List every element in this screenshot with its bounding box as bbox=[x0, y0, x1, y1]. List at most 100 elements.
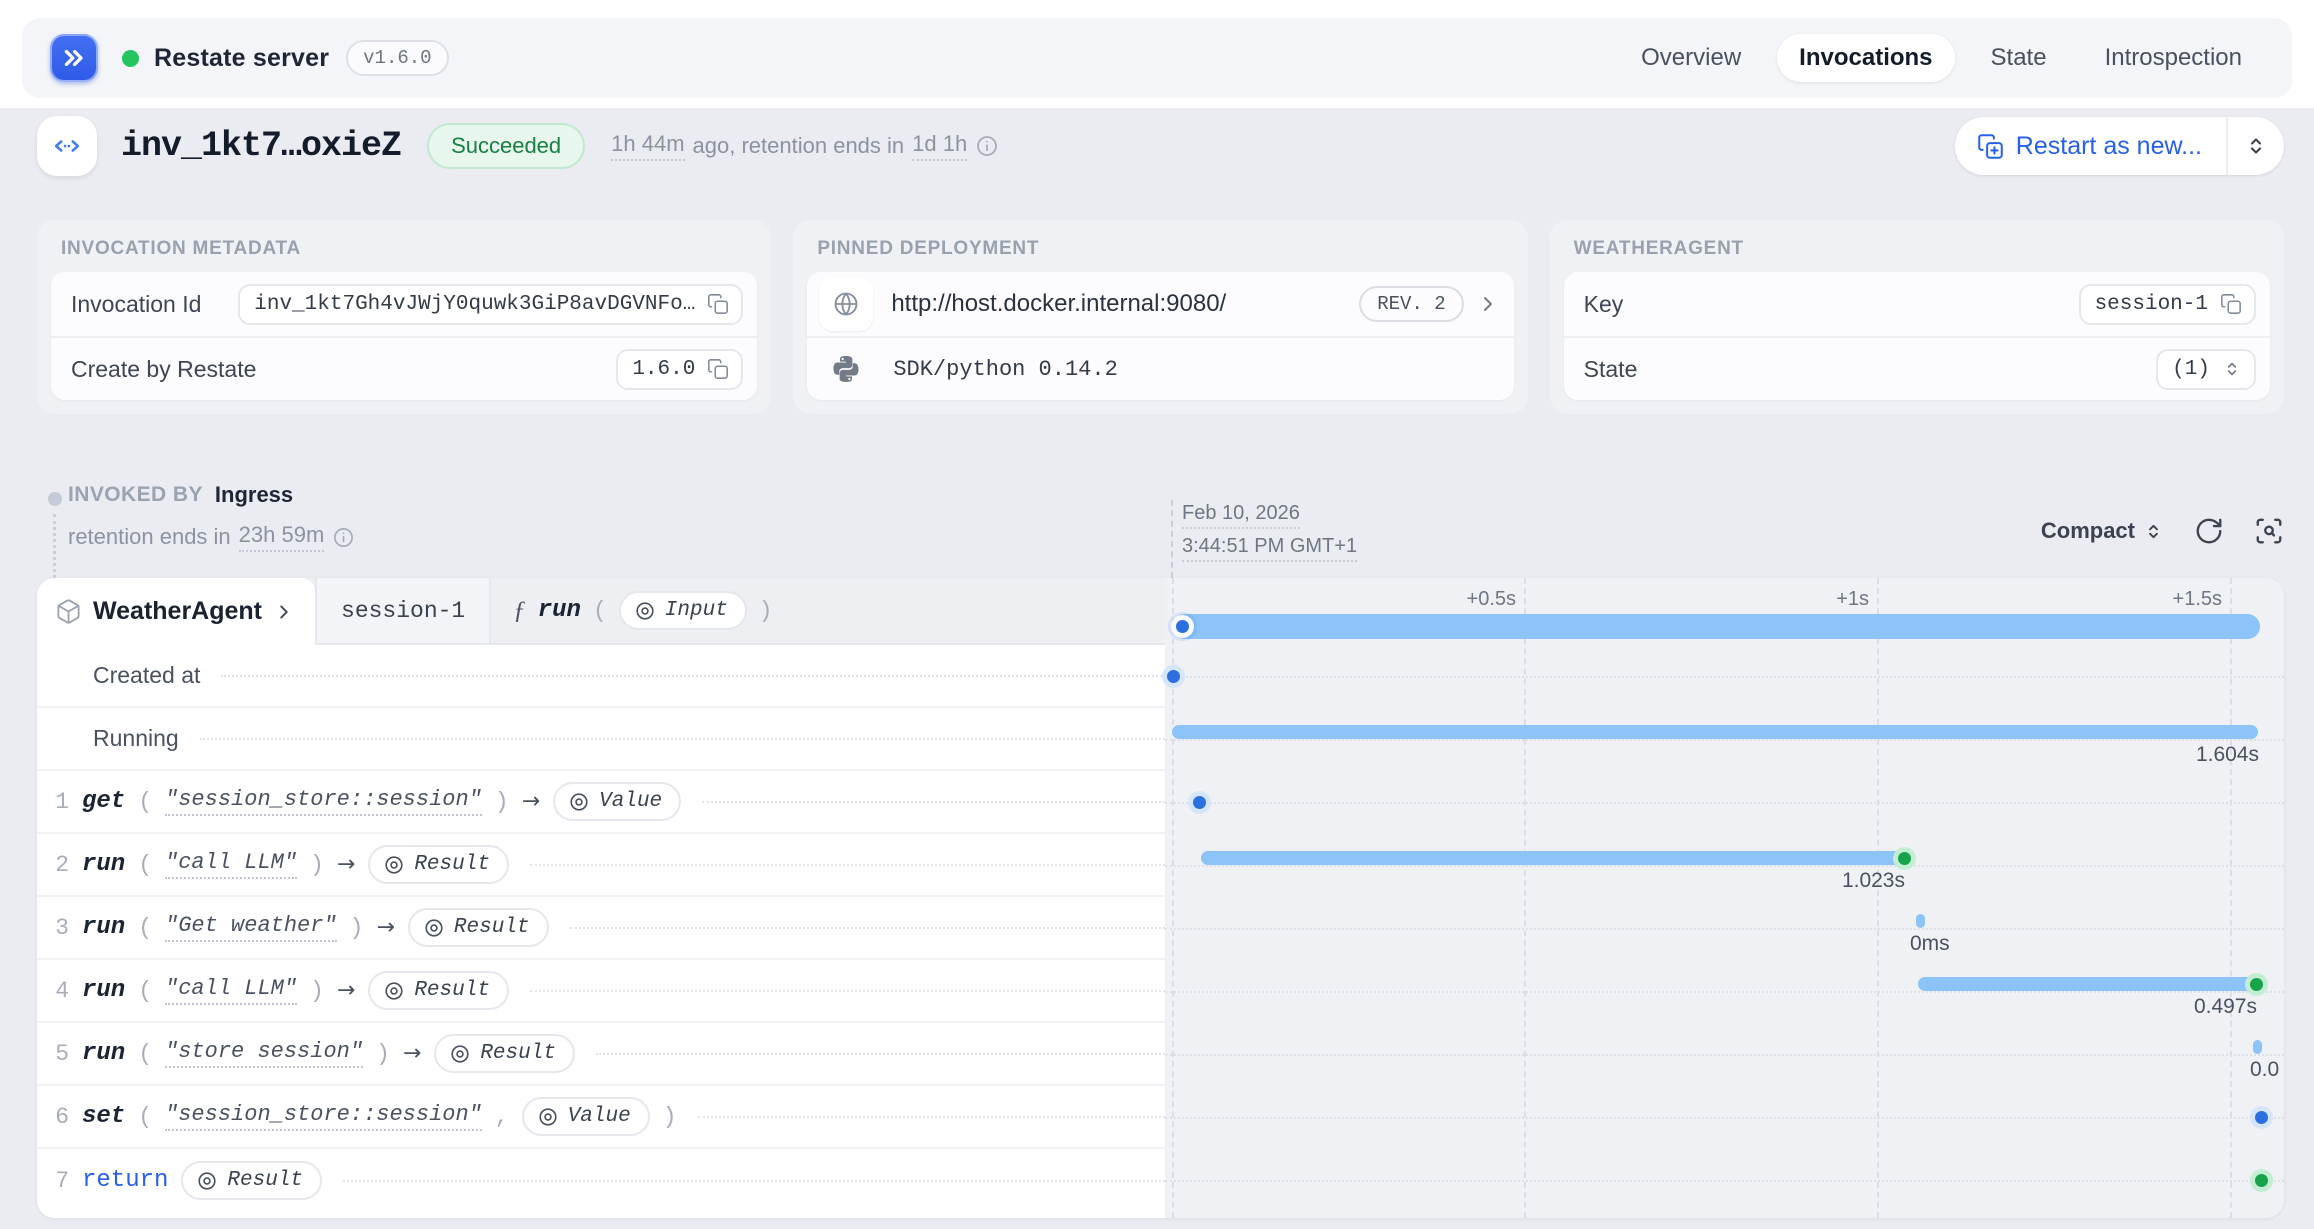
duration-label: 0.497s bbox=[2157, 995, 2257, 1019]
journal-panel: WeatherAgent session-1 ƒ run ( Input ) C… bbox=[37, 578, 1165, 1218]
journal-row-run-store-session[interactable]: 5 run ( "store session" ) → Result bbox=[37, 1023, 1165, 1086]
paren-close: ) bbox=[350, 915, 364, 941]
journal-row-set[interactable]: 6 set ( "session_store::session" , Value… bbox=[37, 1086, 1165, 1149]
zoom-fit-button[interactable] bbox=[2254, 516, 2284, 546]
leader-line bbox=[1165, 1054, 2284, 1056]
paren-open: ( bbox=[138, 1104, 152, 1130]
entry-keyword: run bbox=[82, 914, 125, 941]
nav-introspection[interactable]: Introspection bbox=[2083, 34, 2264, 82]
run-bar[interactable] bbox=[2253, 1040, 2262, 1054]
cube-icon bbox=[55, 598, 82, 625]
invocation-id-chip[interactable]: inv_1kt7Gh4vJWjY0quwk3GiP8avDGVNFo… bbox=[238, 284, 743, 325]
journal-row-running[interactable]: Running bbox=[37, 708, 1165, 771]
entry-keyword: get bbox=[82, 788, 125, 815]
invoked-by-label: INVOKED BY bbox=[68, 483, 203, 507]
view-icon bbox=[449, 1043, 471, 1065]
journal-row-run-get-weather[interactable]: 3 run ( "Get weather" ) → Result bbox=[37, 897, 1165, 960]
leader-line bbox=[530, 864, 1165, 866]
completion-marker[interactable] bbox=[1898, 852, 1911, 865]
invocation-total-bar[interactable] bbox=[1172, 614, 2260, 639]
nav-state[interactable]: State bbox=[1969, 34, 2069, 82]
result-pill[interactable]: Result bbox=[368, 971, 509, 1010]
timeline-header-band bbox=[1165, 578, 2284, 645]
result-pill[interactable]: Result bbox=[434, 1034, 575, 1073]
service-state-row: State (1) bbox=[1564, 336, 2270, 400]
journal-row-run-call-llm-1[interactable]: 2 run ( "call LLM" ) → Result bbox=[37, 834, 1165, 897]
ingress-connector-line bbox=[53, 514, 56, 578]
completion-marker[interactable] bbox=[2250, 978, 2263, 991]
service-key-chip[interactable]: session-1 bbox=[2079, 284, 2256, 325]
result-pill[interactable]: Result bbox=[408, 908, 549, 947]
entry-keyword: run bbox=[82, 851, 125, 878]
entry-keyword-return: return bbox=[82, 1167, 168, 1194]
retention-prefix: retention ends in bbox=[68, 524, 231, 550]
timeline-row-run-call-llm-2: 0.497s bbox=[1165, 960, 2284, 1023]
entry-keyword: run bbox=[82, 977, 125, 1004]
state-select[interactable]: (1) bbox=[2156, 349, 2256, 390]
restart-options-caret[interactable] bbox=[2226, 117, 2284, 175]
nav-invocations[interactable]: Invocations bbox=[1777, 34, 1954, 82]
value-pill[interactable]: Value bbox=[553, 782, 681, 821]
paren-open: ( bbox=[138, 852, 152, 878]
run-bar[interactable] bbox=[1918, 977, 2257, 991]
leader-line bbox=[1165, 991, 2284, 993]
server-version-badge: v1.6.0 bbox=[346, 40, 448, 76]
row-label: Running bbox=[93, 725, 179, 752]
leader-line bbox=[1165, 865, 2284, 867]
get-marker[interactable] bbox=[1193, 796, 1206, 809]
journal-row-return[interactable]: 7 return Result bbox=[37, 1149, 1165, 1212]
value-pill[interactable]: Value bbox=[522, 1097, 650, 1136]
density-select[interactable]: Compact bbox=[2041, 518, 2164, 544]
refresh-button[interactable] bbox=[2194, 516, 2224, 546]
created-by-row: Create by Restate 1.6.0 bbox=[51, 336, 757, 400]
pinned-deployment-card: PINNED DEPLOYMENT http://host.docker.int… bbox=[793, 220, 1527, 414]
info-icon[interactable] bbox=[332, 526, 355, 549]
timeline-row-get bbox=[1165, 771, 2284, 834]
entry-arg: "call LLM" bbox=[165, 850, 297, 879]
leader-line bbox=[596, 1053, 1165, 1055]
service-key-value: session-1 bbox=[2095, 293, 2208, 316]
result-pill[interactable]: Result bbox=[368, 845, 509, 884]
invocation-start-marker[interactable] bbox=[1176, 620, 1189, 633]
paren-close: ) bbox=[310, 852, 324, 878]
tab-key[interactable]: session-1 bbox=[315, 578, 491, 645]
restart-main-segment[interactable]: Restart as new... bbox=[1955, 117, 2226, 175]
weatheragent-card: WEATHERAGENT Key session-1 State (1) bbox=[1550, 220, 2284, 414]
run-bar[interactable] bbox=[1916, 914, 1925, 928]
tab-service[interactable]: WeatherAgent bbox=[37, 578, 315, 645]
paren-open: ( bbox=[138, 915, 152, 941]
deployment-endpoint-row[interactable]: http://host.docker.internal:9080/ REV. 2 bbox=[807, 272, 1513, 336]
running-bar[interactable] bbox=[1172, 725, 2258, 739]
pill-label: Result bbox=[227, 1169, 303, 1192]
restate-logo-icon[interactable] bbox=[50, 34, 98, 82]
paren-close: ) bbox=[376, 1041, 390, 1067]
tab-handler[interactable]: ƒ run ( Input ) bbox=[491, 578, 1165, 645]
journal-row-created-at[interactable]: Created at bbox=[37, 645, 1165, 708]
view-icon bbox=[634, 600, 656, 622]
paren-open: ( bbox=[138, 789, 152, 815]
arrow-icon: → bbox=[376, 915, 394, 940]
journal-row-get[interactable]: 1 get ( "session_store::session" ) → Val… bbox=[37, 771, 1165, 834]
input-pill[interactable]: Input bbox=[619, 591, 747, 630]
entry-index: 5 bbox=[53, 1041, 69, 1067]
set-marker[interactable] bbox=[2255, 1111, 2268, 1124]
paren-open: ( bbox=[593, 598, 607, 624]
duration-label: 0.0 bbox=[2250, 1058, 2279, 1082]
leader-line bbox=[702, 801, 1165, 803]
comma: , bbox=[495, 1104, 509, 1130]
chevron-right-icon bbox=[1476, 292, 1500, 316]
result-pill[interactable]: Result bbox=[181, 1161, 322, 1200]
duration-label: 0ms bbox=[1910, 932, 1950, 956]
entry-index: 7 bbox=[53, 1168, 69, 1194]
copy-icon[interactable] bbox=[2220, 293, 2242, 315]
density-label: Compact bbox=[2041, 518, 2135, 544]
nav-overview[interactable]: Overview bbox=[1619, 34, 1763, 82]
run-bar[interactable] bbox=[1201, 851, 1905, 865]
info-icon[interactable] bbox=[975, 134, 999, 158]
restate-version-chip[interactable]: 1.6.0 bbox=[616, 349, 743, 390]
created-at-marker[interactable] bbox=[1167, 670, 1180, 683]
copy-icon[interactable] bbox=[707, 358, 729, 380]
journal-row-run-call-llm-2[interactable]: 4 run ( "call LLM" ) → Result bbox=[37, 960, 1165, 1023]
return-marker[interactable] bbox=[2255, 1174, 2268, 1187]
copy-icon[interactable] bbox=[707, 293, 729, 315]
